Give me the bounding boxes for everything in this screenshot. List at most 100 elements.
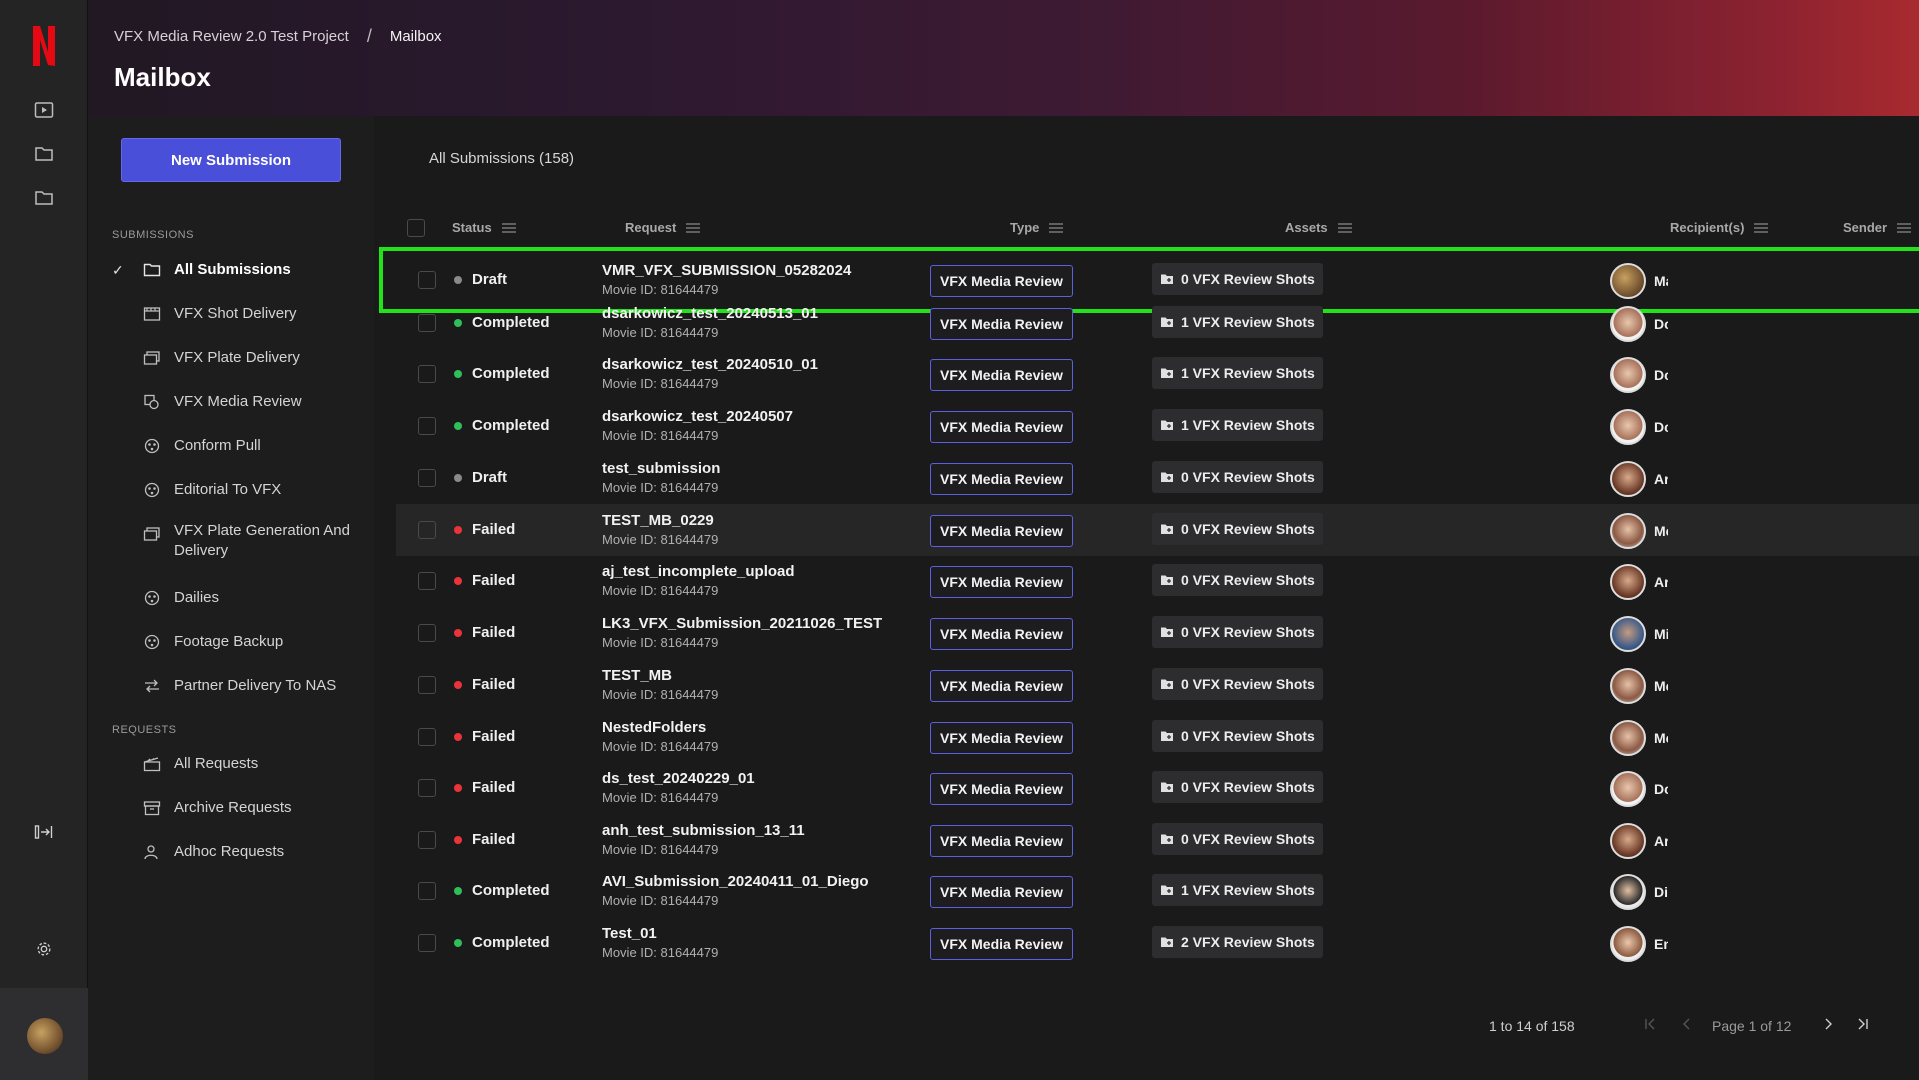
request-name[interactable]: TEST_MB (602, 667, 718, 684)
assets-chip[interactable]: 0 VFX Review Shots (1152, 668, 1323, 700)
type-badge[interactable]: VFX Media Review (930, 618, 1073, 650)
assets-chip[interactable]: 1 VFX Review Shots (1152, 357, 1323, 389)
table-row[interactable]: Failed ds_test_20240229_01 Movie ID: 816… (396, 762, 1919, 814)
user-avatar[interactable] (27, 1018, 63, 1054)
row-checkbox[interactable] (418, 365, 436, 383)
sidebar-item-archive-requests[interactable]: Archive Requests (88, 790, 374, 826)
table-row[interactable]: Failed TEST_MB_0229 Movie ID: 81644479 V… (396, 504, 1919, 556)
sidebar-item-footage-backup[interactable]: Footage Backup (88, 624, 374, 660)
type-badge[interactable]: VFX Media Review (930, 928, 1073, 960)
column-menu-icon[interactable] (686, 222, 701, 233)
row-checkbox[interactable] (418, 934, 436, 952)
type-badge[interactable]: VFX Media Review (930, 566, 1073, 598)
row-checkbox[interactable] (418, 271, 436, 289)
request-name[interactable]: AVI_Submission_20240411_01_Diego (602, 873, 869, 890)
sidebar-item-adhoc-requests[interactable]: Adhoc Requests (88, 834, 374, 870)
request-name[interactable]: dsarkowicz_test_20240507 (602, 408, 793, 425)
row-checkbox[interactable] (418, 521, 436, 539)
request-name[interactable]: dsarkowicz_test_20240510_01 (602, 356, 818, 373)
row-checkbox[interactable] (418, 624, 436, 642)
request-cell[interactable]: TEST_MB Movie ID: 81644479 (602, 667, 718, 702)
request-name[interactable]: ds_test_20240229_01 (602, 770, 755, 787)
row-checkbox[interactable] (418, 572, 436, 590)
assets-chip[interactable]: 1 VFX Review Shots (1152, 874, 1323, 906)
request-cell[interactable]: dsarkowicz_test_20240513_01 Movie ID: 81… (602, 305, 818, 340)
column-menu-icon[interactable] (1049, 222, 1064, 233)
request-name[interactable]: aj_test_incomplete_upload (602, 563, 795, 580)
request-cell[interactable]: ds_test_20240229_01 Movie ID: 81644479 (602, 770, 755, 805)
request-cell[interactable]: AVI_Submission_20240411_01_Diego Movie I… (602, 873, 869, 908)
sidebar-item-vfx-plate-generation[interactable]: VFX Plate Generation And Delivery (88, 516, 374, 568)
row-checkbox[interactable] (418, 779, 436, 797)
column-header-type[interactable]: Type (1010, 220, 1064, 235)
assets-chip[interactable]: 0 VFX Review Shots (1152, 616, 1323, 648)
assets-chip[interactable]: 0 VFX Review Shots (1152, 823, 1323, 855)
request-cell[interactable]: TEST_MB_0229 Movie ID: 81644479 (602, 512, 718, 547)
sidebar-item-partner-delivery-to-nas[interactable]: Partner Delivery To NAS (88, 668, 374, 704)
media-icon[interactable] (34, 101, 54, 119)
request-cell[interactable]: Test_01 Movie ID: 81644479 (602, 925, 718, 960)
request-name[interactable]: test_submission (602, 460, 720, 477)
sidebar-item-all-submissions[interactable]: ✓ All Submissions (88, 252, 374, 288)
row-checkbox[interactable] (418, 728, 436, 746)
table-row[interactable]: Draft test_submission Movie ID: 81644479… (396, 452, 1919, 504)
column-menu-icon[interactable] (1337, 222, 1352, 233)
assets-chip[interactable]: 0 VFX Review Shots (1152, 564, 1323, 596)
row-checkbox[interactable] (418, 314, 436, 332)
assets-chip[interactable]: 0 VFX Review Shots (1152, 461, 1323, 493)
sidebar-item-vfx-shot-delivery[interactable]: VFX Shot Delivery (88, 296, 374, 332)
table-row[interactable]: Failed aj_test_incomplete_upload Movie I… (396, 555, 1919, 607)
table-row[interactable]: Completed dsarkowicz_test_20240507 Movie… (396, 400, 1919, 452)
assets-chip[interactable]: 0 VFX Review Shots (1152, 720, 1323, 752)
new-submission-button[interactable]: New Submission (121, 138, 341, 182)
table-row[interactable]: Failed NestedFolders Movie ID: 81644479 … (396, 711, 1919, 763)
assets-chip[interactable]: 0 VFX Review Shots (1152, 771, 1323, 803)
next-page-icon[interactable] (1820, 1016, 1836, 1032)
type-badge[interactable]: VFX Media Review (930, 670, 1073, 702)
request-name[interactable]: LK3_VFX_Submission_20211026_TEST (602, 615, 882, 632)
table-row[interactable]: Completed dsarkowicz_test_20240513_01 Mo… (396, 297, 1919, 349)
folder-icon[interactable] (34, 145, 54, 163)
request-name[interactable]: anh_test_submission_13_11 (602, 822, 805, 839)
type-badge[interactable]: VFX Media Review (930, 876, 1073, 908)
select-all-checkbox[interactable] (407, 219, 425, 237)
sidebar-item-all-requests[interactable]: All Requests (88, 746, 374, 782)
request-cell[interactable]: NestedFolders Movie ID: 81644479 (602, 719, 718, 754)
row-checkbox[interactable] (418, 469, 436, 487)
row-checkbox[interactable] (418, 676, 436, 694)
type-badge[interactable]: VFX Media Review (930, 825, 1073, 857)
type-badge[interactable]: VFX Media Review (930, 308, 1073, 340)
type-badge[interactable]: VFX Media Review (930, 773, 1073, 805)
type-badge[interactable]: VFX Media Review (930, 515, 1073, 547)
table-row[interactable]: Failed anh_test_submission_13_11 Movie I… (396, 814, 1919, 866)
assets-chip[interactable]: 0 VFX Review Shots (1152, 263, 1323, 295)
type-badge[interactable]: VFX Media Review (930, 359, 1073, 391)
folder-icon[interactable] (34, 189, 54, 207)
table-row[interactable]: Failed LK3_VFX_Submission_20211026_TEST … (396, 607, 1919, 659)
table-row[interactable]: Failed TEST_MB Movie ID: 81644479 VFX Me… (396, 659, 1919, 711)
sidebar-item-editorial-to-vfx[interactable]: Editorial To VFX (88, 472, 374, 508)
settings-gear-icon[interactable] (34, 940, 54, 958)
sidebar-item-conform-pull[interactable]: Conform Pull (88, 428, 374, 464)
request-cell[interactable]: LK3_VFX_Submission_20211026_TEST Movie I… (602, 615, 882, 650)
first-page-icon[interactable] (1642, 1016, 1658, 1032)
tab-all-submissions[interactable]: All Submissions (158) (429, 150, 574, 167)
column-header-request[interactable]: Request (625, 220, 701, 235)
previous-page-icon[interactable] (1679, 1016, 1695, 1032)
column-header-recipients[interactable]: Recipient(s) (1670, 220, 1769, 235)
last-page-icon[interactable] (1855, 1016, 1871, 1032)
assets-chip[interactable]: 2 VFX Review Shots (1152, 926, 1323, 958)
request-cell[interactable]: anh_test_submission_13_11 Movie ID: 8164… (602, 822, 805, 857)
sidebar-item-vfx-media-review[interactable]: VFX Media Review (88, 384, 374, 420)
sidebar-item-dailies[interactable]: Dailies (88, 580, 374, 616)
assets-chip[interactable]: 1 VFX Review Shots (1152, 409, 1323, 441)
table-row[interactable]: Completed dsarkowicz_test_20240510_01 Mo… (396, 348, 1919, 400)
assets-chip[interactable]: 1 VFX Review Shots (1152, 306, 1323, 338)
row-checkbox[interactable] (418, 831, 436, 849)
assets-chip[interactable]: 0 VFX Review Shots (1152, 513, 1323, 545)
request-cell[interactable]: dsarkowicz_test_20240510_01 Movie ID: 81… (602, 356, 818, 391)
breadcrumb-project-link[interactable]: VFX Media Review 2.0 Test Project (114, 28, 349, 45)
table-row[interactable]: Completed AVI_Submission_20240411_01_Die… (396, 865, 1919, 917)
expand-sidebar-icon[interactable] (34, 823, 54, 841)
column-menu-icon[interactable] (501, 222, 516, 233)
